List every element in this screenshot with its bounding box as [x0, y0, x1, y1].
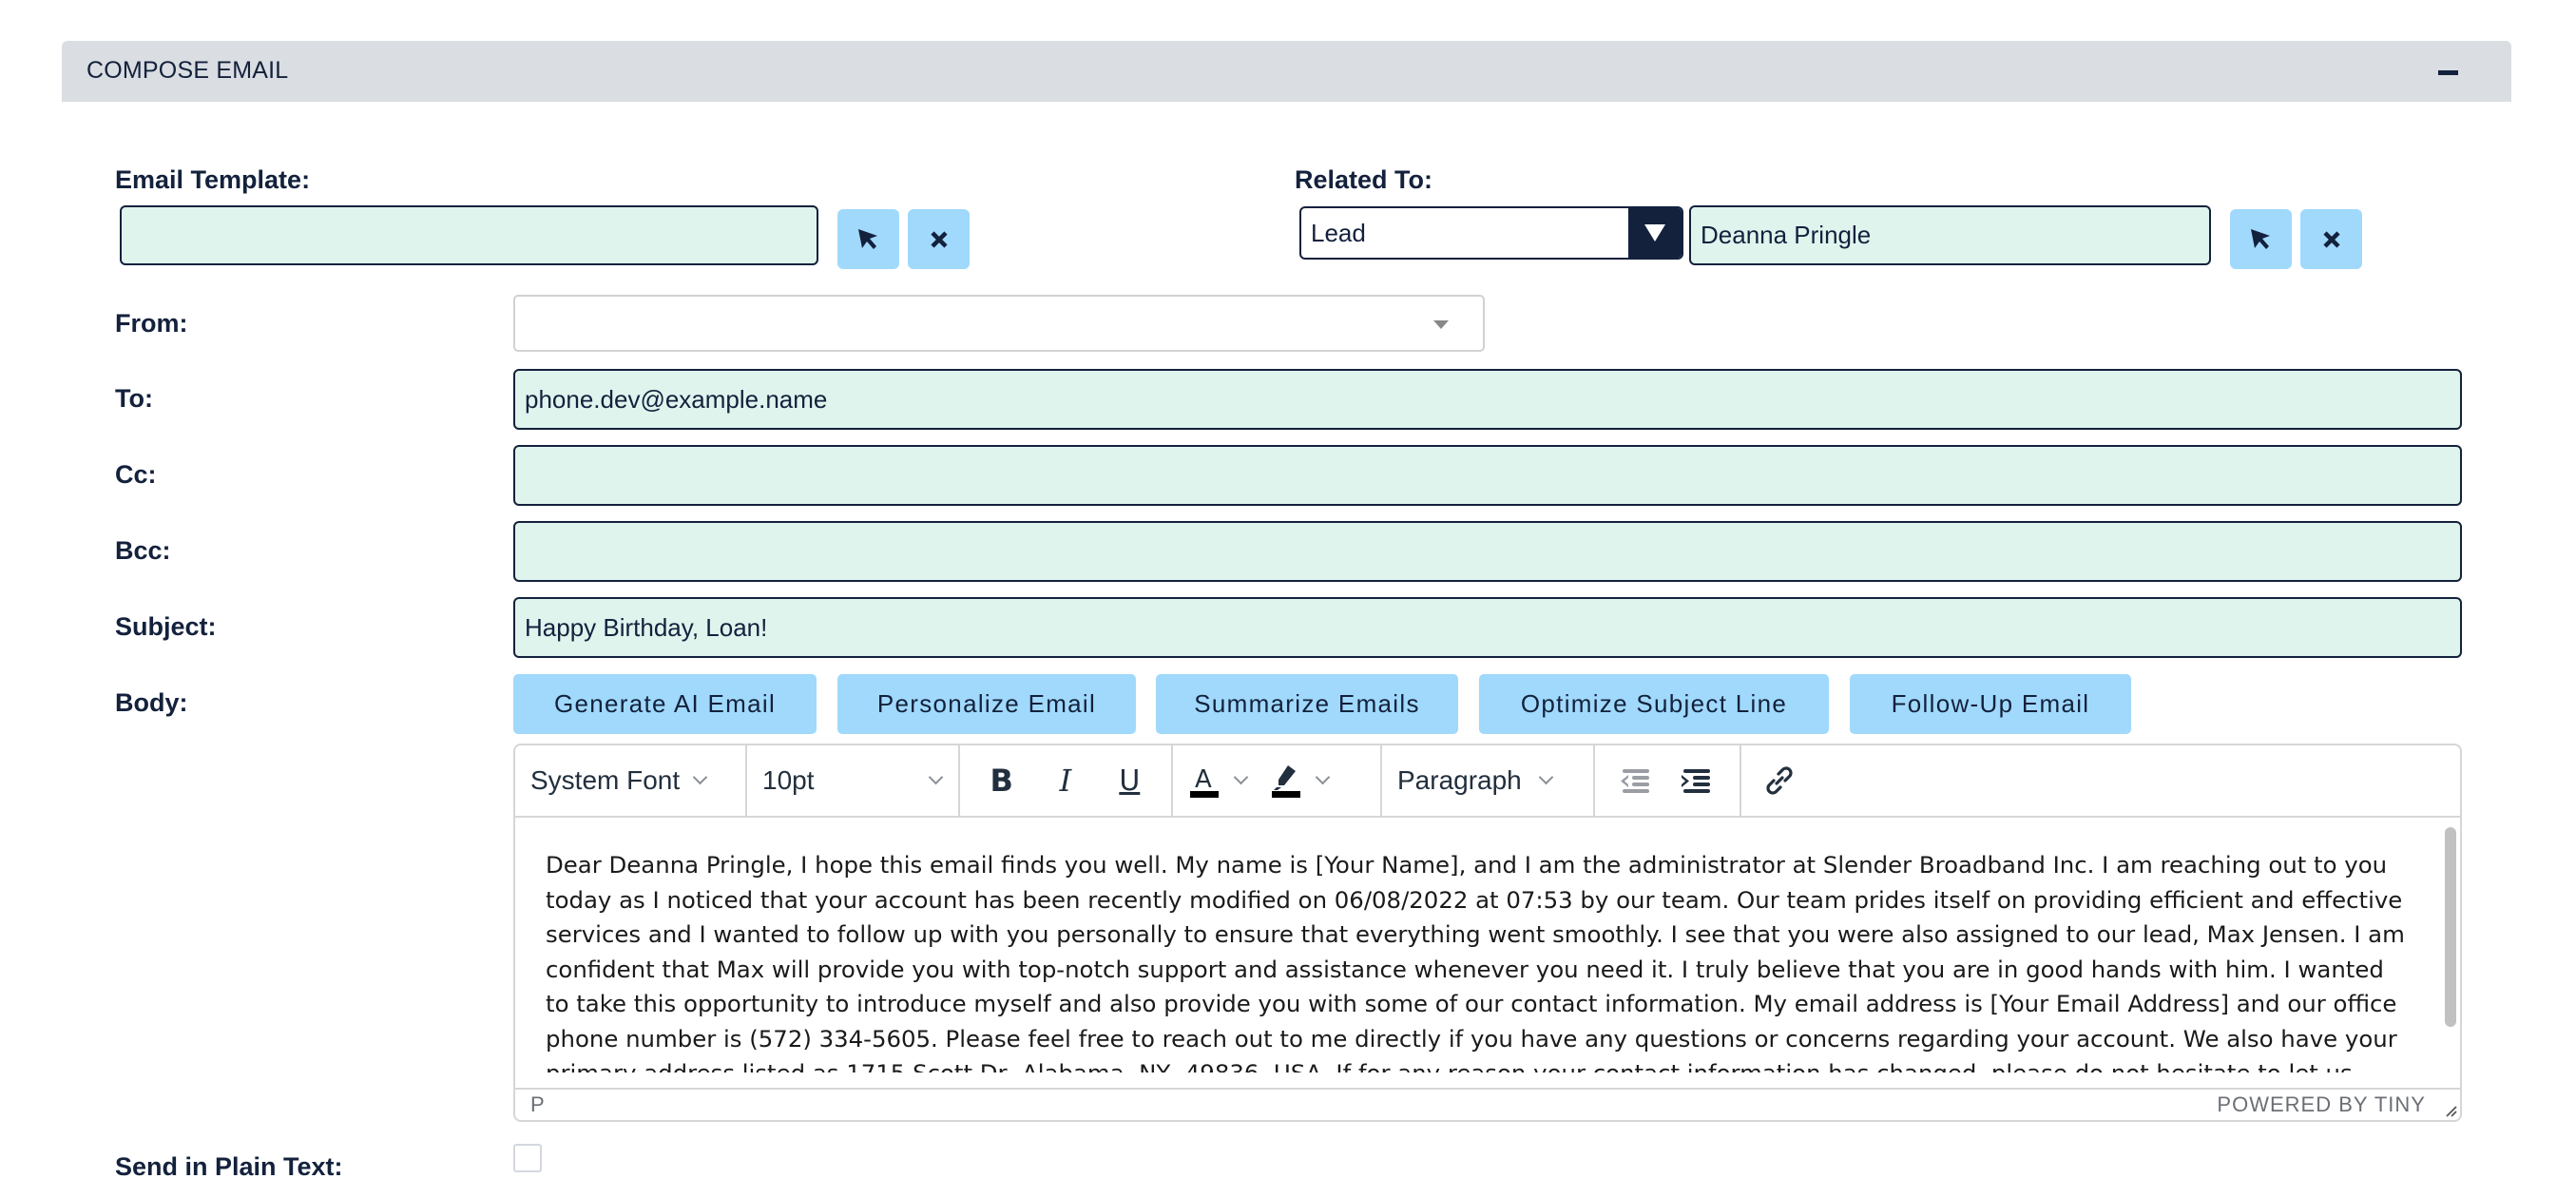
font-size-value: 10pt [762, 765, 815, 795]
to-input[interactable]: phone.dev@example.name [513, 369, 2462, 430]
clear-template-button[interactable] [908, 209, 970, 269]
block-format-value: Paragraph [1397, 765, 1522, 795]
select-related-record-button[interactable] [2230, 209, 2292, 269]
editor-statusbar: P POWERED BY TINY [515, 1088, 2460, 1120]
related-to-label: Related To: [1295, 165, 1433, 194]
bold-icon: B [990, 763, 1013, 799]
subject-label: Subject: [115, 612, 217, 641]
block-format-select[interactable]: Paragraph [1392, 754, 1557, 807]
subject-input[interactable]: Happy Birthday, Loan! [513, 597, 2462, 658]
bcc-label: Bcc: [115, 536, 171, 565]
chevron-down-icon [1315, 769, 1330, 784]
plain-text-checkbox[interactable] [513, 1144, 542, 1172]
insert-link-button[interactable] [1751, 754, 1808, 807]
collapse-minus-icon[interactable] [2435, 60, 2462, 83]
text-color-dropdown[interactable] [1226, 754, 1255, 807]
underline-button[interactable]: U [1102, 754, 1158, 807]
cc-input[interactable] [513, 445, 2462, 506]
from-label: From: [115, 309, 188, 338]
indent-icon [1682, 769, 1710, 793]
caret-down-icon [1433, 320, 1449, 329]
related-to-type-value: Lead [1311, 218, 1366, 247]
plain-text-label: Send in Plain Text: [115, 1152, 343, 1181]
email-template-input[interactable] [120, 205, 818, 265]
element-path[interactable]: P [530, 1092, 545, 1117]
compose-email-header: COMPOSE EMAIL [62, 41, 2511, 102]
powered-by-tiny-link[interactable]: POWERED BY TINY [2217, 1092, 2426, 1117]
italic-button[interactable]: I [1037, 754, 1093, 807]
font-size-select[interactable]: 10pt [757, 754, 947, 807]
outdent-button[interactable] [1608, 754, 1662, 807]
summarize-emails-button[interactable]: Summarize Emails [1156, 674, 1458, 734]
outdent-icon [1621, 769, 1649, 793]
resize-handle-icon[interactable] [2443, 1103, 2458, 1118]
related-to-record-input[interactable]: Deanna Pringle [1689, 205, 2211, 265]
cc-label: Cc: [115, 460, 157, 489]
font-family-value: System Font [530, 765, 681, 795]
select-template-button[interactable] [837, 209, 899, 269]
close-x-icon [930, 230, 948, 248]
text-color-button[interactable]: A [1182, 754, 1226, 807]
svg-text:A: A [1195, 765, 1212, 794]
font-family-select[interactable]: System Font [525, 754, 711, 807]
close-x-icon [2322, 230, 2340, 248]
cursor-arrow-icon [2250, 228, 2270, 249]
panel-title: COMPOSE EMAIL [87, 57, 289, 84]
highlight-color-button[interactable] [1264, 754, 1308, 807]
indent-button[interactable] [1669, 754, 1722, 807]
generate-ai-email-button[interactable]: Generate AI Email [513, 674, 817, 734]
to-label: To: [115, 384, 153, 413]
from-select[interactable] [513, 295, 1485, 352]
text-color-icon: A [1190, 765, 1219, 798]
body-label: Body: [115, 688, 188, 717]
link-icon [1766, 766, 1793, 795]
editor-toolbar: System Font 10pt B I U A Paragraph [515, 745, 2460, 818]
optimize-subject-line-button[interactable]: Optimize Subject Line [1479, 674, 1829, 734]
chevron-down-icon [1233, 769, 1248, 784]
personalize-email-button[interactable]: Personalize Email [837, 674, 1136, 734]
chevron-down-icon [1538, 769, 1554, 784]
underline-icon: U [1119, 763, 1141, 798]
highlight-color-icon [1272, 765, 1300, 798]
email-template-label: Email Template: [115, 165, 311, 194]
bcc-input[interactable] [513, 521, 2462, 582]
clear-related-record-button[interactable] [2300, 209, 2362, 269]
related-to-type-select[interactable]: Lead [1299, 206, 1683, 260]
italic-icon: I [1059, 763, 1072, 799]
highlight-color-dropdown[interactable] [1308, 754, 1336, 807]
dropdown-triangle-icon[interactable] [1628, 208, 1682, 258]
scrollbar-thumb[interactable] [2445, 827, 2456, 1027]
cursor-arrow-icon [857, 228, 877, 249]
editor-scrollbar[interactable] [2443, 823, 2456, 1072]
rich-text-editor: System Font 10pt B I U A Paragraph Dear … [513, 744, 2462, 1122]
editor-content-area[interactable]: Dear Deanna Pringle, I hope this email f… [515, 820, 2435, 1072]
chevron-down-icon [928, 769, 944, 784]
bold-button[interactable]: B [973, 754, 1029, 807]
chevron-down-icon [692, 769, 708, 784]
follow-up-email-button[interactable]: Follow-Up Email [1850, 674, 2131, 734]
